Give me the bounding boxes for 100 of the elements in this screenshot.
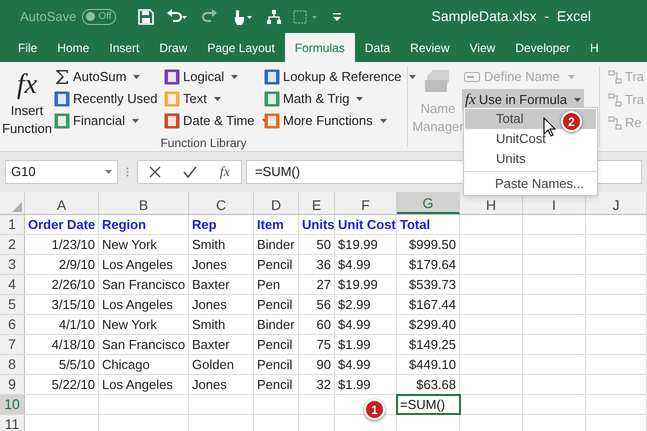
ribbon-tab[interactable]: Developer <box>505 33 580 62</box>
cell-text: 4/18/10 <box>52 336 95 354</box>
cell-text: Jones <box>192 256 227 274</box>
ribbon-tab[interactable]: Draw <box>149 33 198 62</box>
category-icon <box>164 90 180 106</box>
caret-icon <box>574 98 581 102</box>
window-title: SampleData.xlsx - Excel <box>432 7 591 26</box>
row-header[interactable]: 2 <box>0 235 25 254</box>
cell-text: $149.25 <box>409 336 456 354</box>
ribbon-tab[interactable]: Insert <box>99 33 150 62</box>
cell-text: $1.99 <box>338 376 371 394</box>
ribbon-tab[interactable]: File <box>8 33 48 62</box>
cancel-icon[interactable] <box>149 166 162 178</box>
cell-text: $4.99 <box>338 356 371 374</box>
cell-text: 32 <box>316 376 331 394</box>
column-header[interactable]: G <box>397 192 460 214</box>
insert-function-button[interactable]: fx Insert Function <box>0 66 54 138</box>
cell-text: Smith <box>192 316 226 334</box>
cell-text: $1.99 <box>338 336 371 354</box>
trace-icon <box>608 116 622 130</box>
ribbon-tab[interactable]: Formulas <box>284 33 355 62</box>
insert-function-icon[interactable]: fx <box>220 162 230 182</box>
name-box[interactable]: G10 <box>5 160 118 184</box>
row-header[interactable]: 6 <box>0 315 25 334</box>
row-header[interactable]: 11 <box>0 415 25 431</box>
function-category-button[interactable]: AutoSum <box>54 67 164 86</box>
cell-text: 2/9/10 <box>58 256 95 274</box>
menu-item[interactable]: UnitCost <box>465 129 596 149</box>
caret-icon <box>408 74 416 78</box>
cell-text: 27 <box>316 276 331 294</box>
cell-text: 75 <box>316 336 331 354</box>
column-header[interactable]: C <box>189 192 254 214</box>
cell-text: Pen <box>257 276 280 294</box>
triangle-icon <box>12 202 22 212</box>
column-header[interactable]: B <box>99 192 189 214</box>
grip-icon <box>126 167 129 177</box>
ribbon-tab[interactable]: H <box>580 33 609 62</box>
cell-text: 2/26/10 <box>52 276 95 294</box>
cell-text: Pencil <box>257 356 292 374</box>
function-category-button[interactable]: Lookup & Reference <box>264 67 404 86</box>
category-icon <box>164 68 180 84</box>
cell-text: =SUM() <box>400 396 446 414</box>
function-icon: fx <box>465 88 476 112</box>
row-header[interactable]: 7 <box>0 335 25 354</box>
caret-icon <box>568 74 575 78</box>
cell-text: 36 <box>316 256 331 274</box>
function-category-button[interactable]: Math & Trig <box>264 89 404 108</box>
ribbon-tab[interactable]: Home <box>47 33 100 62</box>
caret-icon <box>105 170 112 174</box>
row-header[interactable]: 9 <box>0 375 25 394</box>
category-icon <box>54 90 70 106</box>
check-icon[interactable] <box>183 166 198 178</box>
row-header[interactable]: 1 <box>0 215 25 234</box>
cell-text: San Francisco <box>102 336 186 354</box>
category-icon <box>264 68 280 84</box>
row-header[interactable]: 3 <box>0 255 25 274</box>
cell-text: Los Angeles <box>102 296 173 314</box>
cell-text: Chicago <box>102 356 150 374</box>
row-header[interactable]: 4 <box>0 275 25 294</box>
column-header[interactable]: E <box>299 192 335 214</box>
category-icon <box>264 112 280 128</box>
save-icon[interactable] <box>138 8 154 24</box>
cell-text: 4/1/10 <box>58 316 95 334</box>
column-header[interactable]: D <box>254 192 299 214</box>
function-category-button[interactable]: Financial <box>54 111 164 130</box>
row-header[interactable]: 8 <box>0 355 25 374</box>
row-header[interactable]: 5 <box>0 295 25 314</box>
cell-text: $19.99 <box>338 276 378 294</box>
cell-text: Pencil <box>257 376 292 394</box>
cell-text: 90 <box>316 356 331 374</box>
cell-text: $2.99 <box>338 296 371 314</box>
column-title: Order Date <box>28 216 96 234</box>
trace-icon <box>608 93 622 107</box>
ribbon-tab[interactable]: Review <box>400 33 460 62</box>
autosave-label: AutoSave <box>20 8 76 26</box>
hierarchy-icon[interactable] <box>266 8 282 24</box>
cell-text: $299.40 <box>409 316 456 334</box>
caret-icon <box>132 118 140 122</box>
ribbon-tab[interactable]: Data <box>354 33 400 62</box>
cell-text: 1/23/10 <box>52 236 95 254</box>
function-category-button[interactable]: Text <box>164 89 264 108</box>
cell-text: 3/15/10 <box>52 296 95 314</box>
customize-icon[interactable] <box>332 12 342 22</box>
category-icon <box>54 112 70 128</box>
category-icon <box>164 112 180 128</box>
row-header[interactable]: 10 <box>0 395 25 414</box>
cell-text: Smith <box>192 236 226 254</box>
caret-icon <box>380 118 387 122</box>
column-header[interactable]: A <box>25 192 99 214</box>
function-category-button[interactable]: Logical <box>164 67 264 86</box>
cell-text: Jones <box>192 376 227 394</box>
ribbon-tab[interactable]: View <box>460 33 506 62</box>
cell-text: 5/5/10 <box>58 356 95 374</box>
category-icon <box>264 90 280 106</box>
undo-icon[interactable] <box>166 8 188 24</box>
cell-text: Pencil <box>257 256 292 274</box>
ribbon-tab[interactable]: Page Layout <box>197 33 285 62</box>
cell-text: Baxter <box>192 276 230 294</box>
cell-text: $63.68 <box>416 376 456 394</box>
function-category-button[interactable]: More Functions <box>264 111 404 130</box>
